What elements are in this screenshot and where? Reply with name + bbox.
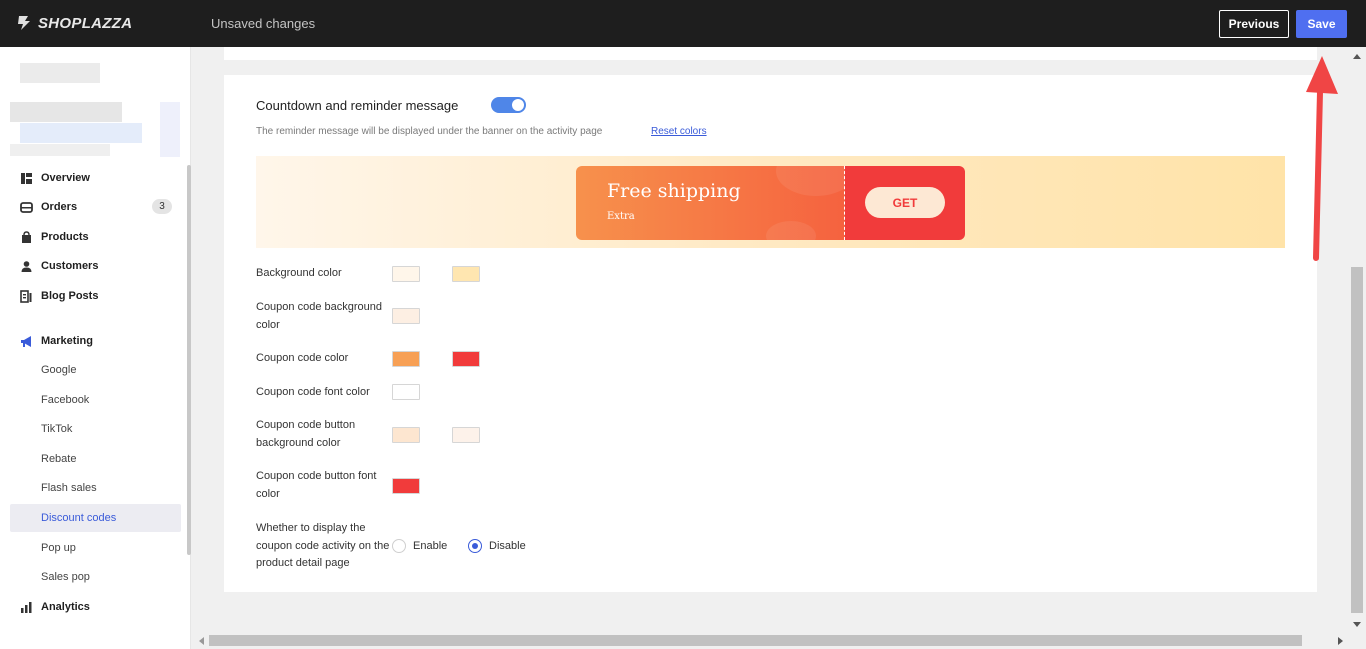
enable-radio[interactable] xyxy=(392,539,406,553)
sidebar-item-label: Analytics xyxy=(41,601,90,613)
sidebar-subitem-tiktok[interactable]: TikTok xyxy=(41,418,72,440)
button-bg-color-swatch-2[interactable] xyxy=(452,427,480,443)
coupon-color-label: Coupon code color xyxy=(256,352,349,364)
sidebar-item-analytics[interactable]: Analytics xyxy=(20,596,90,618)
display-option-label: Whether to display the coupon code activ… xyxy=(256,522,390,569)
vertical-scrollbar[interactable] xyxy=(1349,47,1366,633)
store-name-blurred xyxy=(10,102,122,122)
top-bar: SHOPLAZZA Unsaved changes Previous Save xyxy=(0,0,1366,47)
shoplazza-logo[interactable]: SHOPLAZZA xyxy=(16,14,132,32)
sidebar-scrollbar[interactable] xyxy=(187,165,191,555)
section-title: Countdown and reminder message xyxy=(256,98,459,113)
button-bg-color-swatch-1[interactable] xyxy=(392,427,420,443)
sidebar-subitem-google[interactable]: Google xyxy=(41,359,76,381)
sidebar-item-label: Overview xyxy=(41,172,90,184)
sidebar-subitem-facebook[interactable]: Facebook xyxy=(41,389,89,411)
logo-text: SHOPLAZZA xyxy=(38,14,133,32)
sidebar-item-label: Blog Posts xyxy=(41,290,99,302)
sidebar-item-overview[interactable]: Overview xyxy=(20,167,90,189)
button-font-color-swatch[interactable] xyxy=(392,478,420,494)
sidebar-item-label: Orders xyxy=(41,201,78,213)
button-bg-color-label: Coupon code button background color xyxy=(256,419,356,449)
coupon-subtitle: Extra xyxy=(607,211,635,222)
customers-icon xyxy=(21,260,32,272)
sidebar-item-blog-posts[interactable]: Blog Posts xyxy=(20,285,98,307)
megaphone-icon xyxy=(21,335,31,347)
coupon-bg-color-label: Coupon code background color xyxy=(256,301,382,331)
coupon-color-swatch-2[interactable] xyxy=(452,351,480,367)
coupon-font-color-swatch[interactable] xyxy=(392,384,420,400)
sidebar-item-label: Customers xyxy=(41,260,99,272)
shoplazza-mark-icon xyxy=(18,16,30,30)
coupon-bg-color-swatch[interactable] xyxy=(392,308,420,324)
sidebar-subitem-pop-up[interactable]: Pop up xyxy=(41,537,76,559)
vertical-scroll-thumb[interactable] xyxy=(1351,267,1363,613)
orders-count-badge: 3 xyxy=(152,199,172,214)
unsaved-status: Unsaved changes xyxy=(211,16,316,31)
sidebar-item-products[interactable]: Products xyxy=(20,226,89,248)
sidebar-subitem-discount-codes[interactable]: Discount codes xyxy=(41,507,116,529)
save-button[interactable]: Save xyxy=(1296,10,1347,38)
button-font-color-label: Coupon code button font color xyxy=(256,470,377,500)
horizontal-scrollbar[interactable] xyxy=(191,633,1366,649)
decorative-shape xyxy=(766,221,816,240)
orders-icon xyxy=(20,201,33,213)
disable-radio-label[interactable]: Disable xyxy=(489,540,526,552)
countdown-toggle[interactable] xyxy=(491,97,526,113)
help-text: The reminder message will be displayed u… xyxy=(256,126,603,137)
coupon-font-color-label: Coupon code font color xyxy=(256,386,370,398)
sidebar: Overview Orders 3 Products Customers Blo… xyxy=(0,47,191,649)
sidebar-item-marketing[interactable]: Marketing xyxy=(20,330,93,352)
coupon-preview: Free shipping Extra GET xyxy=(576,166,965,240)
scroll-left-arrow-icon[interactable] xyxy=(199,637,204,645)
sidebar-item-label: Marketing xyxy=(41,335,93,347)
reset-colors-link[interactable]: Reset colors xyxy=(651,126,707,137)
scroll-up-arrow-icon[interactable] xyxy=(1353,54,1361,59)
store-info-blurred-2 xyxy=(10,144,110,156)
scroll-right-arrow-icon[interactable] xyxy=(1338,637,1343,645)
background-color-swatch-1[interactable] xyxy=(392,266,420,282)
coupon-left-panel xyxy=(576,166,856,240)
blog-icon xyxy=(20,289,32,303)
previous-card-bottom xyxy=(224,47,1317,60)
toggle-knob xyxy=(512,99,524,111)
disable-radio[interactable] xyxy=(468,539,482,553)
coupon-title: Free shipping xyxy=(607,180,741,202)
coupon-color-swatch-1[interactable] xyxy=(392,351,420,367)
coupon-get-button[interactable]: GET xyxy=(865,187,945,218)
sidebar-subitem-rebate[interactable]: Rebate xyxy=(41,448,76,470)
sidebar-subitem-sales-pop[interactable]: Sales pop xyxy=(41,566,90,588)
previous-button[interactable]: Previous xyxy=(1219,10,1289,38)
sidebar-item-customers[interactable]: Customers xyxy=(20,255,98,277)
background-color-label: Background color xyxy=(256,267,342,279)
background-color-swatch-2[interactable] xyxy=(452,266,480,282)
store-info-blurred xyxy=(20,123,142,143)
overview-icon xyxy=(21,172,32,184)
sidebar-item-label: Products xyxy=(41,231,89,243)
coupon-dashed-divider xyxy=(844,166,845,240)
horizontal-scroll-thumb[interactable] xyxy=(209,635,1302,646)
scroll-down-arrow-icon[interactable] xyxy=(1353,622,1361,627)
red-annotation-arrow-icon xyxy=(1306,56,1338,261)
sidebar-item-orders[interactable]: Orders xyxy=(20,196,77,218)
products-icon xyxy=(22,230,31,243)
sidebar-subitem-flash-sales[interactable]: Flash sales xyxy=(41,477,97,499)
enable-radio-label[interactable]: Enable xyxy=(413,540,447,552)
analytics-icon xyxy=(21,601,32,613)
store-avatar-blurred xyxy=(20,63,100,83)
store-info-blurred-3 xyxy=(160,102,180,157)
